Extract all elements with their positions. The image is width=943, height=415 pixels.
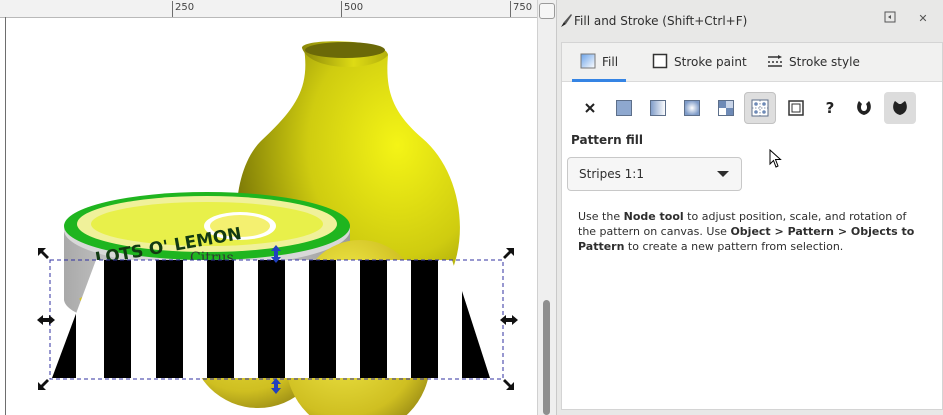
pattern-icon: [751, 99, 769, 117]
pattern-select-dropdown[interactable]: Stripes 1:1: [567, 157, 742, 191]
swatch-icon: [788, 100, 804, 116]
drawing-canvas[interactable]: LOTS O' LEMON Citrus: [0, 17, 537, 415]
close-icon[interactable]: ✕: [915, 11, 931, 27]
tab-stroke-style-label: Stroke style: [789, 55, 860, 69]
radial-gradient-button[interactable]: [676, 92, 708, 124]
tab-stroke-paint[interactable]: Stroke paint: [652, 43, 747, 81]
help-text-part: to create a new pattern from selection.: [624, 240, 844, 253]
resize-handle-sw: [38, 379, 49, 390]
swatch-button[interactable]: [780, 92, 812, 124]
resize-handle-se: [503, 379, 514, 390]
linear-gradient-icon: [650, 100, 666, 116]
no-paint-button[interactable]: [574, 92, 606, 124]
tab-fill[interactable]: Fill: [572, 43, 627, 82]
stroke-paint-icon: [652, 53, 668, 72]
resize-handle-w: [37, 315, 55, 325]
pattern-button[interactable]: [744, 92, 776, 124]
no-paint-icon: [585, 103, 595, 113]
scrollbar-thumb[interactable]: [543, 300, 550, 415]
stroke-style-icon: [767, 53, 783, 72]
fill-rule-nonzero-icon: [893, 101, 907, 115]
canvas-area[interactable]: 250 500 750 LOTS O' LEMON Citrus: [0, 0, 537, 415]
resize-handle-ne: [503, 248, 514, 259]
fill-and-stroke-dialog: Fill and Stroke (Shift+Ctrl+F) ✕ Fill St…: [556, 0, 943, 415]
tab-fill-label: Fill: [602, 55, 619, 69]
ruler-tick: [341, 1, 342, 17]
dialog-title-bar: Fill and Stroke (Shift+Ctrl+F) ✕: [557, 0, 943, 38]
pattern-fill-heading: Pattern fill: [571, 133, 643, 147]
unset-paint-icon: ?: [825, 99, 835, 117]
striped-pattern-object[interactable]: [52, 260, 492, 378]
radial-gradient-icon: [684, 100, 700, 116]
fill-type-toolbar: ?: [562, 87, 942, 127]
fill-tab-icon: [580, 53, 596, 72]
pattern-help-text: Use the Node tool to adjust position, sc…: [578, 209, 918, 254]
dialog-title: Fill and Stroke (Shift+Ctrl+F): [574, 14, 748, 28]
resize-handle-nw: [38, 248, 49, 259]
help-text-part: Use the: [578, 210, 624, 223]
ruler-tick: [510, 1, 511, 17]
dialog-body: Fill Stroke paint Stroke style ? Pattern…: [561, 42, 943, 410]
ruler-label-500: 500: [344, 2, 364, 13]
horizontal-ruler[interactable]: 250 500 750: [0, 0, 537, 18]
unset-paint-button[interactable]: ?: [814, 92, 846, 124]
tab-stroke-paint-label: Stroke paint: [674, 55, 747, 69]
mouse-pointer-icon: [769, 148, 783, 172]
ruler-label-750: 750: [513, 2, 533, 13]
resize-handle-e: [500, 315, 518, 325]
help-text-bold: Node tool: [623, 210, 684, 223]
fill-rule-evenodd-button[interactable]: [848, 92, 880, 124]
mesh-gradient-icon: [718, 100, 734, 116]
canvas-vertical-scrollbar[interactable]: [537, 0, 556, 415]
linear-gradient-button[interactable]: [642, 92, 674, 124]
flat-color-icon: [616, 100, 632, 116]
paint-brush-icon: [559, 12, 573, 31]
scrollbar-toggle-button[interactable]: [539, 3, 555, 19]
pattern-select-value: Stripes 1:1: [579, 167, 644, 181]
fill-rule-evenodd-icon: [857, 101, 871, 115]
fill-rule-nonzero-button[interactable]: [884, 92, 916, 124]
mesh-gradient-button[interactable]: [710, 92, 742, 124]
chevron-down-icon: [717, 171, 729, 177]
ruler-tick: [172, 1, 173, 17]
dock-toggle-icon[interactable]: [882, 11, 898, 27]
flat-color-button[interactable]: [608, 92, 640, 124]
fill-stroke-tabs: Fill Stroke paint Stroke style: [562, 43, 942, 82]
tab-stroke-style[interactable]: Stroke style: [767, 43, 860, 81]
ruler-label-250: 250: [175, 2, 195, 13]
